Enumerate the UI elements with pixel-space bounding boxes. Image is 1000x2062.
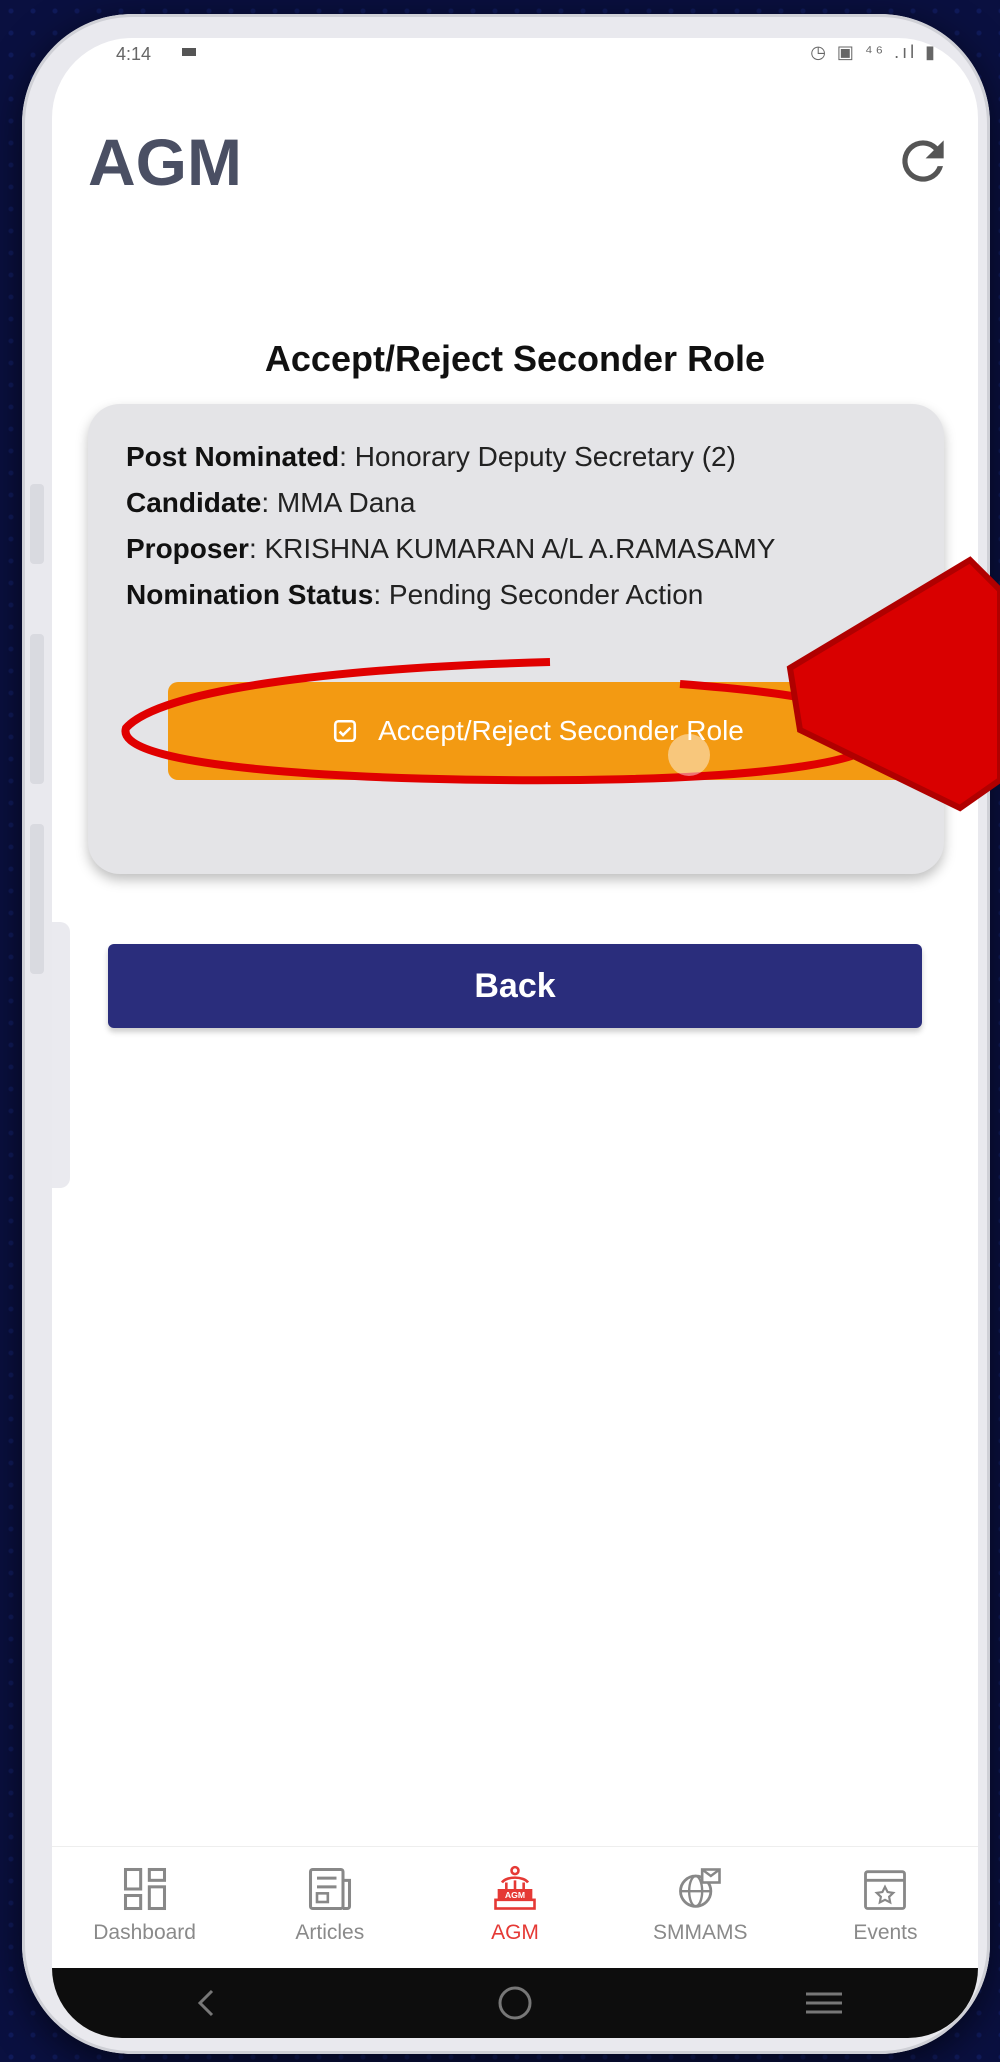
phone-side-button — [30, 634, 44, 784]
agm-podium-icon: AGM — [494, 1865, 536, 1910]
bottom-nav: Dashboard Articles AGM AGM SMMAMS Events — [52, 1846, 978, 1967]
page-heading: Accept/Reject Seconder Role — [264, 338, 766, 379]
home-circle-icon — [498, 1986, 532, 2020]
proposer-line: Proposer: KRISHNA KUMARAN A/L A.RAMASAMY — [126, 533, 775, 565]
notification-icon — [182, 48, 196, 56]
globe-mail-icon — [679, 1868, 722, 1908]
nav-events-label: Events — [853, 1921, 918, 1944]
system-nav-bar — [52, 1968, 978, 2038]
status-bar: 4:14 ◷ ▣ ⁴⁶ .ıl ▮ — [52, 38, 978, 72]
nomination-status-line: Nomination Status: Pending Seconder Acti… — [126, 579, 703, 611]
touch-indicator — [668, 734, 710, 776]
system-home-button[interactable] — [485, 1978, 545, 2028]
refresh-icon[interactable] — [892, 130, 954, 192]
nav-smmams[interactable]: SMMAMS — [608, 1847, 793, 1967]
nomination-status-label: Nomination Status — [126, 579, 374, 610]
candidate-line: Candidate: MMA Dana — [126, 487, 415, 519]
phone-side-button — [30, 484, 44, 564]
status-time: 4:14 — [116, 44, 152, 64]
check-square-icon — [334, 719, 357, 743]
nav-articles[interactable]: Articles — [237, 1847, 422, 1967]
chevron-left-icon — [198, 1989, 214, 2017]
phone-screen: 4:14 ◷ ▣ ⁴⁶ .ıl ▮ AGM Accept/Reject Seco… — [52, 38, 978, 2038]
phone-side-button — [30, 824, 44, 974]
status-icons: ◷ ▣ ⁴⁶ .ıl ▮ — [810, 42, 938, 62]
proposer-value: : KRISHNA KUMARAN A/L A.RAMASAMY — [248, 533, 776, 564]
articles-icon — [308, 1867, 351, 1911]
system-recents-button[interactable] — [794, 1978, 854, 2028]
recents-lines-icon — [805, 1992, 842, 2014]
nomination-status-value: : Pending Seconder Action — [373, 579, 704, 610]
nav-dashboard-label: Dashboard — [93, 1921, 196, 1944]
app-title: AGM — [88, 125, 242, 199]
post-nominated-line: Post Nominated: Honorary Deputy Secretar… — [126, 441, 736, 473]
system-back-button[interactable] — [176, 1978, 236, 2028]
post-nominated-label: Post Nominated — [126, 441, 340, 472]
candidate-label: Candidate — [126, 487, 262, 518]
proposer-label: Proposer — [126, 533, 249, 564]
dashboard-icon — [123, 1867, 166, 1911]
accept-reject-seconder-button[interactable]: Accept/Reject Seconder Role — [168, 682, 908, 780]
nomination-card — [88, 404, 944, 874]
nav-agm[interactable]: AGM AGM — [422, 1847, 607, 1967]
post-nominated-value: : Honorary Deputy Secretary (2) — [339, 441, 736, 472]
nav-events[interactable]: Events — [793, 1847, 978, 1967]
nav-articles-label: Articles — [295, 1921, 365, 1944]
candidate-value: : MMA Dana — [261, 487, 416, 518]
nav-agm-label: AGM — [491, 1921, 539, 1944]
back-button[interactable]: Back — [108, 944, 922, 1028]
calendar-star-icon — [864, 1870, 907, 1910]
nav-dashboard[interactable]: Dashboard — [52, 1847, 237, 1967]
nav-smmams-label: SMMAMS — [652, 1921, 748, 1944]
edge-panel-handle[interactable] — [52, 922, 70, 1188]
